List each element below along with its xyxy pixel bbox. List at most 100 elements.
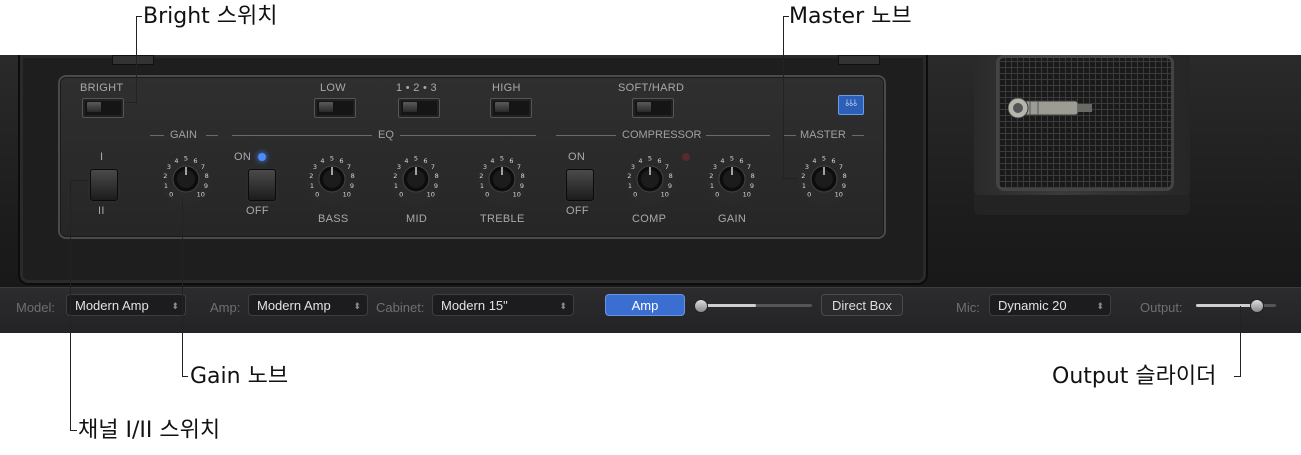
callout-line xyxy=(125,102,137,103)
callout-line xyxy=(1240,306,1241,376)
comp-knob[interactable]: 0 1 2 3 4 5 6 7 8 9 10 xyxy=(622,151,678,207)
knob-scale-number: 5 xyxy=(330,155,334,163)
mid-select-switch[interactable] xyxy=(398,98,440,118)
knob-scale-number: 8 xyxy=(435,172,439,180)
bass-label: BASS xyxy=(318,213,349,225)
comp-on-off-switch[interactable] xyxy=(566,169,594,201)
gain-knob[interactable]: 0 1 2 3 4 5 6 7 8 9 10 xyxy=(158,151,214,207)
model-value: Modern Amp xyxy=(75,298,149,313)
knob-scale-number: 8 xyxy=(521,172,525,180)
amp-value: Modern Amp xyxy=(257,298,331,313)
comp-rule-left xyxy=(556,135,616,136)
knob-scale-number: 8 xyxy=(669,172,673,180)
direct-box-button[interactable]: Direct Box xyxy=(821,294,903,316)
cabinet-popup[interactable]: Modern 15" ⬍ xyxy=(432,294,574,316)
knob-scale-number: 10 xyxy=(197,190,205,198)
chevron-updown-icon: ⬍ xyxy=(353,301,361,311)
knob-scale-number: 7 xyxy=(431,163,435,171)
callout-line xyxy=(783,16,784,179)
soft-hard-switch[interactable] xyxy=(632,98,674,118)
treble-label: TREBLE xyxy=(480,213,525,225)
knob-scale-number: 1 xyxy=(802,182,806,190)
knob-scale-number: 9 xyxy=(842,182,846,190)
knob-scale-number: 10 xyxy=(743,190,751,198)
amp-direct-slider-fill xyxy=(700,304,756,307)
microphone-icon[interactable] xyxy=(1008,97,1092,119)
amp-direct-slider-thumb[interactable] xyxy=(694,299,708,313)
comp-gain-knob[interactable]: 0 1 2 3 4 5 6 7 8 9 10 xyxy=(704,151,760,207)
knob-scale-number: 7 xyxy=(665,163,669,171)
eq-graphic-button[interactable]: ⫰⫰⫰ xyxy=(838,95,864,115)
knob-scale-number: 10 xyxy=(513,190,521,198)
mid-label: MID xyxy=(406,213,428,225)
knob-scale-number: 0 xyxy=(169,190,173,198)
amp-label: Amp: xyxy=(210,300,241,315)
knob-scale-number: 9 xyxy=(750,182,754,190)
knob-scale-number: 9 xyxy=(520,182,524,190)
knob-scale-number: 7 xyxy=(201,163,205,171)
chevron-updown-icon: ⬍ xyxy=(171,301,179,311)
knob-scale-number: 6 xyxy=(831,157,835,165)
eq-on-off-switch[interactable] xyxy=(248,169,276,201)
mic-label: Mic: xyxy=(956,300,980,315)
knob-scale-number: 0 xyxy=(633,190,637,198)
knob-scale-number: 8 xyxy=(205,172,209,180)
chevron-updown-icon: ⬍ xyxy=(1096,301,1104,311)
knob-scale-number: 8 xyxy=(843,172,847,180)
amp-button[interactable]: Amp xyxy=(605,294,685,316)
knob-scale-number: 1 xyxy=(710,182,714,190)
knob-scale-number: 5 xyxy=(500,155,504,163)
knob-scale-number: 3 xyxy=(397,163,401,171)
knob-scale-number: 7 xyxy=(517,163,521,171)
eq-rule-right xyxy=(400,135,536,136)
mic-popup[interactable]: Dynamic 20 ⬍ xyxy=(989,294,1111,316)
knob-scale-number: 6 xyxy=(423,157,427,165)
knob-scale-number: 2 xyxy=(479,172,483,180)
comp-label: COMP xyxy=(632,213,667,225)
callout-line xyxy=(70,180,88,181)
knob-scale-number: 6 xyxy=(509,157,513,165)
comp-gain-label: GAIN xyxy=(718,213,747,225)
master-rule-right xyxy=(852,135,864,136)
knob-scale-number: 7 xyxy=(747,163,751,171)
eq-led xyxy=(258,153,266,161)
gain-rule-left xyxy=(150,135,164,136)
knob-scale-number: 6 xyxy=(657,157,661,165)
knob-scale-number: 5 xyxy=(822,155,826,163)
callout-channel-switch: 채널 I/II 스위치 xyxy=(78,418,221,443)
speaker-cabinet-base xyxy=(974,195,1190,215)
channel-i-ii-switch[interactable] xyxy=(90,169,118,201)
knob-scale-number: 6 xyxy=(739,157,743,165)
bottom-control-bar: Model: Modern Amp ⬍ Amp: Modern Amp ⬍ Ca… xyxy=(0,287,1301,333)
output-slider-thumb[interactable] xyxy=(1250,299,1264,313)
eq-off-label: OFF xyxy=(246,205,269,217)
treble-knob[interactable]: 0 1 2 3 4 5 6 7 8 9 10 xyxy=(474,151,530,207)
knob-scale-number: 2 xyxy=(393,172,397,180)
callout-line xyxy=(70,180,71,430)
cabinet-label: Cabinet: xyxy=(376,300,425,315)
knob-scale-number: 4 xyxy=(490,157,494,165)
knob-scale-number: 5 xyxy=(730,155,734,163)
bass-knob[interactable]: 0 1 2 3 4 5 6 7 8 9 10 xyxy=(304,151,360,207)
amp-popup[interactable]: Modern Amp ⬍ xyxy=(248,294,368,316)
comp-off-label: OFF xyxy=(566,205,589,217)
master-knob[interactable]: 0 1 2 3 4 5 6 7 8 9 10 xyxy=(796,151,852,207)
cabinet-handle-right xyxy=(838,55,880,65)
eq-rule-left xyxy=(232,135,372,136)
callout-line xyxy=(136,16,137,103)
high-switch[interactable] xyxy=(490,98,532,118)
knob-scale-number: 2 xyxy=(801,172,805,180)
callout-output-slider: Output 슬라이더 xyxy=(1052,364,1217,389)
knob-scale-number: 4 xyxy=(720,157,724,165)
model-popup[interactable]: Modern Amp ⬍ xyxy=(66,294,186,316)
knob-scale-number: 2 xyxy=(309,172,313,180)
knob-scale-number: 4 xyxy=(812,157,816,165)
knob-scale-number: 7 xyxy=(347,163,351,171)
mid-knob[interactable]: 0 1 2 3 4 5 6 7 8 9 10 xyxy=(388,151,444,207)
knob-scale-number: 1 xyxy=(394,182,398,190)
knob-scale-number: 0 xyxy=(715,190,719,198)
knob-scale-number: 9 xyxy=(350,182,354,190)
bright-switch[interactable] xyxy=(82,98,124,118)
low-switch[interactable] xyxy=(314,98,356,118)
knob-scale-number: 8 xyxy=(351,172,355,180)
